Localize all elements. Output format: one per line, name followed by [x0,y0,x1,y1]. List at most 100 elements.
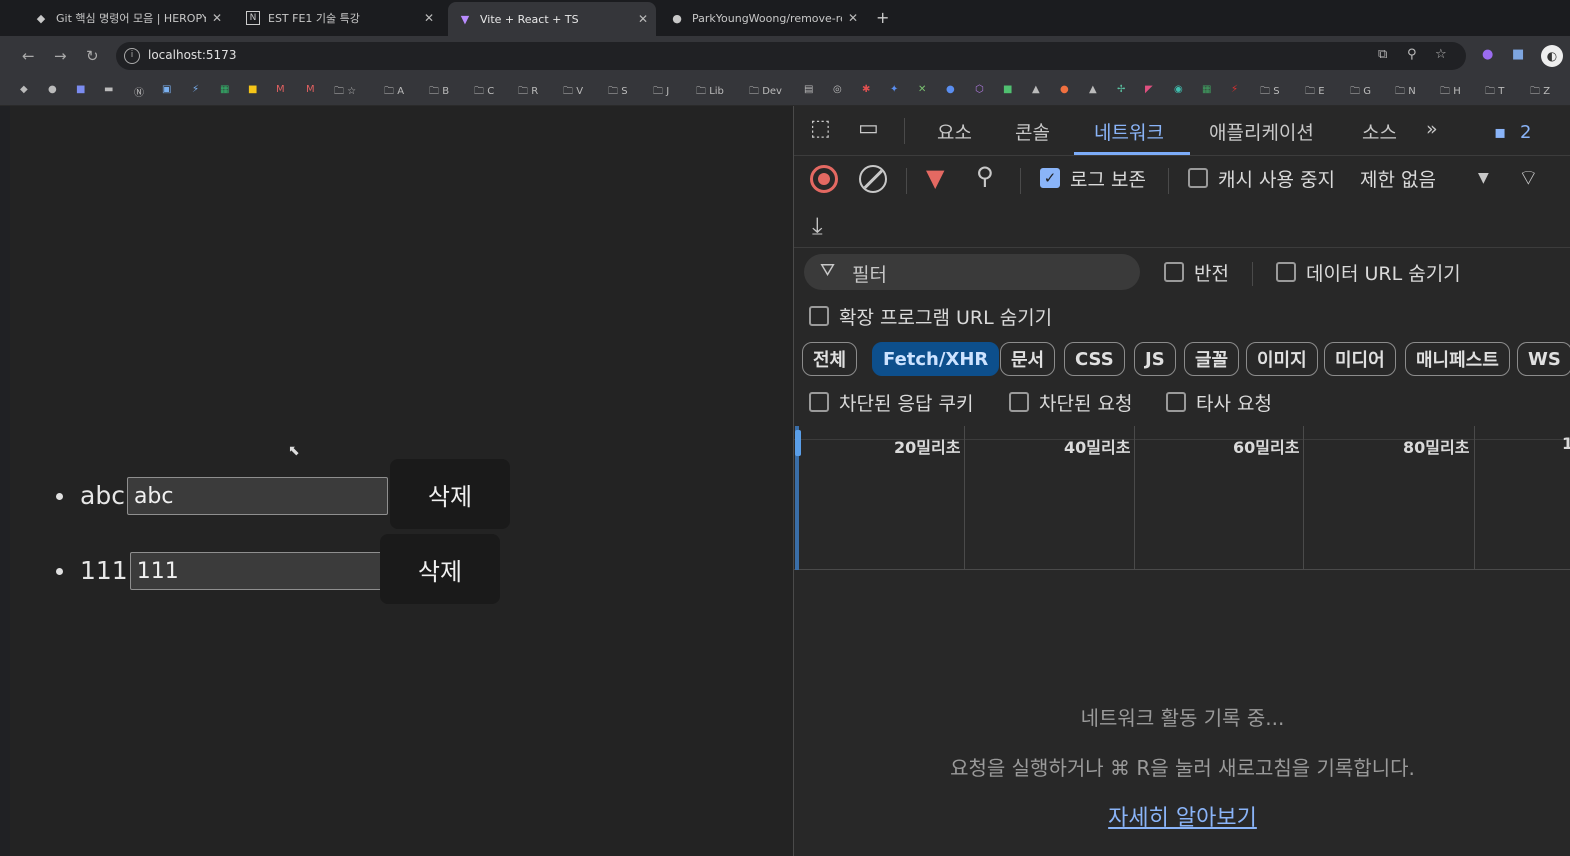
bookmark-icon[interactable]: ■ [76,84,85,95]
tab-application[interactable]: 애플리케이션 [1209,118,1314,145]
browser-tab-active[interactable]: ▼ Vite + React + TS ✕ [448,2,656,36]
forward-arrow-icon[interactable]: → [54,47,67,65]
third-party-checkbox[interactable] [1166,392,1186,412]
record-icon[interactable] [810,165,838,193]
tab-console[interactable]: 콘솔 [1015,118,1050,145]
url-text[interactable]: localhost:5173 [148,48,236,62]
type-filter-manifest[interactable]: 매니페스트 [1405,342,1510,376]
close-icon[interactable]: ✕ [424,11,434,25]
bookmark-folder[interactable]: 🗀 S [608,84,628,101]
hide-extension-urls-checkbox[interactable] [809,306,829,326]
profile-avatar[interactable]: ◐ [1541,45,1563,67]
bookmark-folder[interactable]: 🗀 V [563,84,583,101]
bookmark-folder[interactable]: 🗀 B [429,84,449,101]
close-icon[interactable]: ✕ [212,11,222,25]
delete-button[interactable]: 삭제 [390,459,510,529]
bookmark-icon[interactable]: ▲ [1089,84,1097,95]
type-filter-img[interactable]: 이미지 [1246,342,1318,376]
todo-edit-input[interactable] [129,552,391,590]
type-filter-js[interactable]: JS [1134,342,1176,376]
bookmark-folder[interactable]: 🗀 H [1440,84,1461,101]
bookmark-icon[interactable]: ✱ [862,84,870,95]
bookmark-folder[interactable]: 🗀 N [1395,84,1416,101]
reload-icon[interactable]: ↻ [86,47,99,65]
bookmark-folder[interactable]: 🗀 T [1485,84,1504,101]
type-filter-font[interactable]: 글꼴 [1184,342,1240,376]
learn-more-link[interactable]: 자세히 알아보기 [794,800,1570,832]
type-filter-all[interactable]: 전체 [802,342,858,376]
bookmark-icon[interactable]: ⚡ [192,84,199,95]
github-icon[interactable]: ● [48,84,57,95]
tab-elements[interactable]: 요소 [937,118,972,145]
bookmark-folder[interactable]: 🗀 Dev [749,84,782,101]
chevron-down-icon[interactable]: ▼ [1478,170,1489,186]
browser-tab[interactable]: N EST FE1 기술 특강 ✕ [236,4,442,32]
extension-icon[interactable]: ● [1482,47,1493,62]
todo-edit-input[interactable] [126,477,388,515]
download-icon[interactable]: ⤓ [812,212,823,240]
invert-checkbox[interactable] [1164,262,1184,282]
bookmark-icon[interactable]: ▦ [1202,84,1211,95]
hide-data-urls-checkbox[interactable] [1276,262,1296,282]
bookmark-folder[interactable]: 🗀 J [653,84,669,101]
site-info-icon[interactable]: i [124,48,140,64]
bookmark-icon[interactable]: ▲ [1032,84,1040,95]
bookmark-star-icon[interactable]: ☆ [1435,47,1447,62]
back-arrow-icon[interactable]: ← [22,47,35,65]
bookmark-icon[interactable]: ✕ [918,84,926,95]
bookmark-icon[interactable]: ⬡ [975,84,984,95]
bookmark-icon[interactable]: ■ [1003,84,1012,95]
bookmark-icon[interactable]: ✢ [1117,84,1125,95]
bookmark-icon[interactable]: ◉ [1174,84,1183,95]
notion-icon[interactable]: Ⓝ [134,84,144,99]
bookmark-icon[interactable]: ▬ [104,84,113,95]
type-filter-doc[interactable]: 문서 [1000,342,1056,376]
type-filter-ws[interactable]: WS [1517,342,1570,376]
tab-sources[interactable]: 소스 [1362,118,1397,145]
bookmark-folder[interactable]: 🗀 Z [1530,84,1550,101]
bookmark-folder[interactable]: 🗀 S [1260,84,1280,101]
folder-icon[interactable]: 🗀 ☆ [334,84,356,101]
delete-button[interactable]: 삭제 [380,534,500,604]
filter-input[interactable]: ⛛ 필터 [804,254,1140,290]
search-icon[interactable]: ⚲ [976,162,994,190]
close-icon[interactable]: ✕ [638,12,648,26]
throttling-select[interactable]: 제한 없음 [1360,165,1436,192]
blocked-cookies-checkbox[interactable] [809,392,829,412]
bookmark-icon[interactable]: ● [946,84,955,95]
bookmark-folder[interactable]: 🗀 G [1350,84,1371,101]
browser-tab[interactable]: ◆ Git 핵심 명령어 모음 | HEROPY ✕ [24,4,230,32]
bookmark-icon[interactable]: ⚡ [1231,84,1238,95]
bookmark-icon[interactable]: ▤ [804,84,813,95]
translate-icon[interactable]: ⧉ [1378,47,1387,62]
network-conditions-icon[interactable]: ⌔ [1518,164,1539,192]
url-bar[interactable]: i localhost:5173 [116,42,1466,70]
clear-icon[interactable] [859,165,887,193]
bookmark-icon[interactable]: ■ [248,84,257,95]
bookmark-folder[interactable]: 🗀 Lib [696,84,724,101]
tab-network[interactable]: 네트워크 [1094,118,1164,145]
blocked-requests-checkbox[interactable] [1009,392,1029,412]
device-toolbar-icon[interactable]: ▭ [858,116,879,141]
bookmark-icon[interactable]: ◎ [833,84,842,95]
type-filter-css[interactable]: CSS [1064,342,1125,376]
gmail-icon[interactable]: M [306,84,315,95]
inspect-element-icon[interactable]: ⬚ [810,116,831,141]
more-tabs-button[interactable]: » [1426,118,1438,140]
bookmark-icon[interactable]: ● [1060,84,1069,95]
preserve-log-checkbox[interactable]: ✓ [1040,168,1060,188]
bookmark-icon[interactable]: ✦ [890,84,898,95]
issues-count[interactable]: 2 [1520,122,1531,143]
extension-icon[interactable]: ■ [1512,47,1524,62]
zoom-icon[interactable]: ⚲ [1407,47,1417,62]
bookmark-folder[interactable]: 🗀 C [474,84,494,101]
type-filter-media[interactable]: 미디어 [1324,342,1396,376]
filter-funnel-icon[interactable]: ▼ [926,164,944,192]
bookmark-folder[interactable]: 🗀 R [518,84,538,101]
bookmark-icon[interactable]: ▣ [162,84,171,95]
timeline-cursor[interactable] [795,426,801,570]
type-filter-fetch-xhr[interactable]: Fetch/XHR [872,342,1000,376]
bookmark-folder[interactable]: 🗀 A [384,84,404,101]
bookmark-icon[interactable]: ◆ [20,84,28,95]
issues-icon[interactable]: ▪ [1494,122,1506,143]
